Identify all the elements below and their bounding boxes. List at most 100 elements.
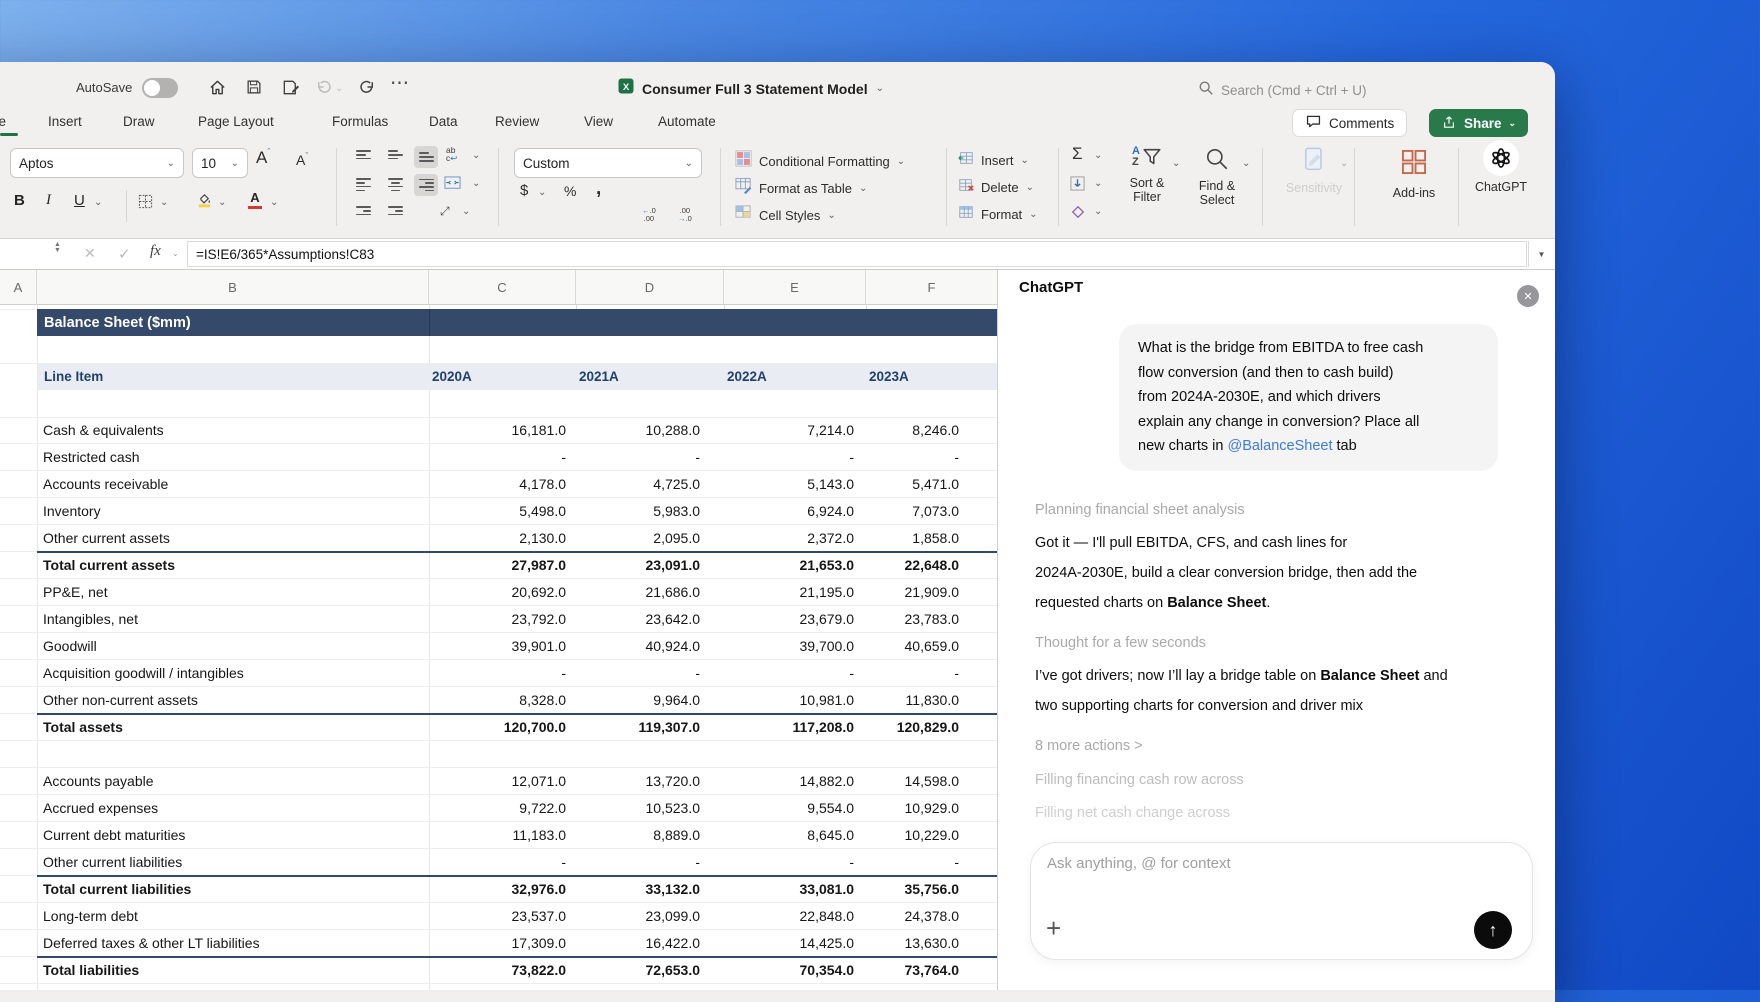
wrap-text-icon[interactable]: ab c↩ — [446, 146, 457, 163]
tab-page-layout[interactable]: Page Layout — [198, 114, 274, 129]
column-header-b[interactable]: B — [37, 270, 429, 304]
row-label[interactable]: Inventory — [37, 503, 429, 519]
close-icon[interactable]: ✕ — [1517, 285, 1539, 307]
tab-review[interactable]: Review — [495, 114, 539, 129]
align-left-icon[interactable] — [352, 176, 374, 193]
line-item-header[interactable]: Line Item — [37, 369, 429, 384]
font-color-chevron-icon[interactable]: ⌄ — [270, 197, 278, 208]
cell-value[interactable]: 8,328.0 — [429, 692, 576, 708]
cancel-icon[interactable]: ✕ — [84, 245, 96, 262]
wrap-text-chevron-icon[interactable]: ⌄ — [472, 150, 480, 161]
cell-value[interactable]: 9,722.0 — [429, 800, 576, 816]
row-label[interactable]: Cash & equivalents — [37, 422, 429, 438]
send-button[interactable]: ↑ — [1474, 911, 1512, 949]
home-icon[interactable] — [206, 76, 228, 98]
format-cells-button[interactable]: Format ⌄ — [958, 204, 1038, 225]
autosum-button[interactable]: Σ — [1072, 144, 1083, 164]
cell-value[interactable]: 8,645.0 — [724, 827, 866, 843]
cell-value[interactable]: 13,630.0 — [866, 935, 997, 951]
cell-value[interactable]: 35,756.0 — [866, 881, 997, 897]
merge-center-icon[interactable] — [444, 176, 461, 189]
align-center-icon[interactable] — [384, 176, 406, 193]
cell-value[interactable]: 23,792.0 — [429, 611, 576, 627]
cell-value[interactable]: - — [576, 449, 724, 465]
cell-value[interactable]: 40,924.0 — [576, 638, 724, 654]
cell-value[interactable]: - — [429, 665, 576, 681]
currency-format-button[interactable]: $ — [520, 182, 528, 199]
row-label[interactable]: Total current liabilities — [37, 881, 429, 897]
tab-formulas[interactable]: Formulas — [332, 114, 388, 129]
tab-insert[interactable]: Insert — [48, 114, 82, 129]
cell-value[interactable]: - — [724, 665, 866, 681]
cell-value[interactable]: 14,598.0 — [866, 773, 997, 789]
find-select-button[interactable]: ⌄ Find & Select — [1188, 146, 1250, 207]
align-right-icon[interactable] — [414, 174, 438, 196]
align-bottom-icon[interactable] — [414, 146, 438, 168]
save-as-icon[interactable] — [279, 76, 301, 98]
column-header-c[interactable]: C — [429, 270, 576, 304]
column-header-a[interactable]: A — [0, 270, 37, 304]
name-box-spinner[interactable]: ▲ ▼ — [54, 241, 61, 254]
row-label[interactable]: PP&E, net — [37, 584, 429, 600]
cell-value[interactable]: 73,764.0 — [866, 962, 997, 978]
clear-chevron-icon[interactable]: ⌄ — [1094, 206, 1102, 217]
cell-value[interactable]: 13,720.0 — [576, 773, 724, 789]
document-title-group[interactable]: X Consumer Full 3 Statement Model ⌄ — [618, 78, 884, 99]
row-label[interactable]: Restricted cash — [37, 449, 429, 465]
fill-color-icon[interactable] — [196, 192, 213, 208]
cell-value[interactable]: 23,783.0 — [866, 611, 997, 627]
insert-cells-button[interactable]: Insert ⌄ — [958, 150, 1029, 171]
cell-value[interactable]: 117,208.0 — [724, 719, 866, 735]
cell-value[interactable]: 10,929.0 — [866, 800, 997, 816]
row-label[interactable]: Long-term debt — [37, 908, 429, 924]
row-label[interactable]: Total assets — [37, 719, 429, 735]
number-format-select[interactable]: Custom ⌄ — [514, 148, 702, 178]
cell-value[interactable]: 12,071.0 — [429, 773, 576, 789]
increase-indent-icon[interactable] — [384, 204, 406, 218]
tab-view[interactable]: View — [584, 114, 613, 129]
cell-value[interactable]: 10,981.0 — [724, 692, 866, 708]
cell-value[interactable]: 73,822.0 — [429, 962, 576, 978]
cell-value[interactable]: 6,924.0 — [724, 503, 866, 519]
cell-value[interactable]: 2,372.0 — [724, 530, 866, 546]
enter-icon[interactable]: ✓ — [118, 245, 131, 263]
cell-value[interactable]: 16,422.0 — [576, 935, 724, 951]
addins-button[interactable]: Add-ins — [1382, 148, 1446, 200]
column-header-e[interactable]: E — [724, 270, 866, 304]
cell-value[interactable]: 27,987.0 — [429, 557, 576, 573]
comma-format-button[interactable]: , — [596, 178, 601, 200]
cell-value[interactable]: 23,099.0 — [576, 908, 724, 924]
tab-draw[interactable]: Draw — [123, 114, 155, 129]
sort-filter-button[interactable]: AZ ⌄ Sort & Filter — [1118, 146, 1181, 205]
autosum-chevron-icon[interactable]: ⌄ — [1094, 150, 1102, 161]
cell-value[interactable]: 7,214.0 — [724, 422, 866, 438]
cell-value[interactable]: 5,471.0 — [866, 476, 997, 492]
year-header-2021a[interactable]: 2021A — [576, 369, 724, 384]
attach-plus-icon[interactable]: + — [1046, 913, 1061, 944]
column-header-d[interactable]: D — [576, 270, 724, 304]
row-label[interactable]: Accounts payable — [37, 773, 429, 789]
row-label[interactable]: Goodwill — [37, 638, 429, 654]
more-options-icon[interactable]: ⋯ — [390, 72, 409, 95]
cell-value[interactable]: 5,143.0 — [724, 476, 866, 492]
chatgpt-addin-button[interactable]: ChatGPT — [1470, 140, 1532, 194]
cell-value[interactable]: 11,830.0 — [866, 692, 997, 708]
cell-value[interactable]: 119,307.0 — [576, 719, 724, 735]
tab-home[interactable]: Home — [0, 114, 6, 129]
row-label[interactable]: Accounts receivable — [37, 476, 429, 492]
cell-value[interactable]: 11,183.0 — [429, 827, 576, 843]
increase-decimal-icon[interactable]: ←.0.00 — [642, 207, 656, 223]
cell-value[interactable]: 39,700.0 — [724, 638, 866, 654]
cell-value[interactable]: - — [576, 854, 724, 870]
cell-value[interactable]: 4,178.0 — [429, 476, 576, 492]
row-label[interactable]: Other current liabilities — [37, 854, 429, 870]
cell-value[interactable]: 1,858.0 — [866, 530, 997, 546]
cell-value[interactable]: 14,425.0 — [724, 935, 866, 951]
align-middle-icon[interactable] — [384, 148, 406, 162]
cell-value[interactable]: - — [429, 854, 576, 870]
decrease-decimal-icon[interactable]: .00 →.0 — [678, 207, 692, 223]
increase-font-icon[interactable]: Aˆ — [256, 147, 270, 168]
undo-chevron-icon[interactable]: ⌄ — [335, 83, 343, 94]
cell-value[interactable]: 39,901.0 — [429, 638, 576, 654]
percent-format-button[interactable]: % — [564, 183, 576, 199]
